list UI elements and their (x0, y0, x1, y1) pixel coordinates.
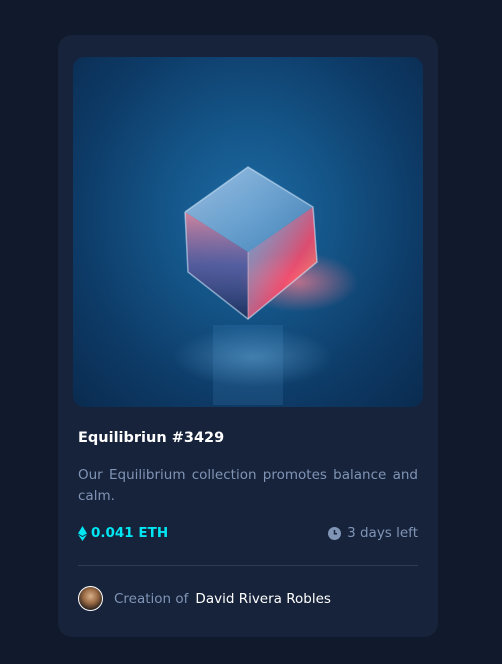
time-left-block: 3 days left (328, 525, 418, 541)
ethereum-icon (78, 525, 87, 541)
crystal-cube-illustration (173, 166, 358, 405)
divider (78, 565, 418, 566)
clock-icon (328, 526, 342, 540)
price-block: 0.041 ETH (78, 525, 168, 541)
nft-description: Our Equilibrium collection promotes bala… (78, 467, 418, 504)
creator-prefix: Creation of (114, 590, 189, 607)
nft-image[interactable] (73, 57, 423, 407)
creator-name-link[interactable]: David Rivera Robles (195, 591, 331, 607)
avatar (78, 586, 103, 611)
nft-card: Equilibriun #3429 Our Equilibrium collec… (58, 35, 438, 637)
nft-title[interactable]: Equilibriun #3429 (78, 430, 224, 446)
price-value: 0.041 ETH (91, 525, 169, 541)
creator-block: Creation of David Rivera Robles (78, 586, 331, 611)
time-left-value: 3 days left (347, 525, 418, 541)
